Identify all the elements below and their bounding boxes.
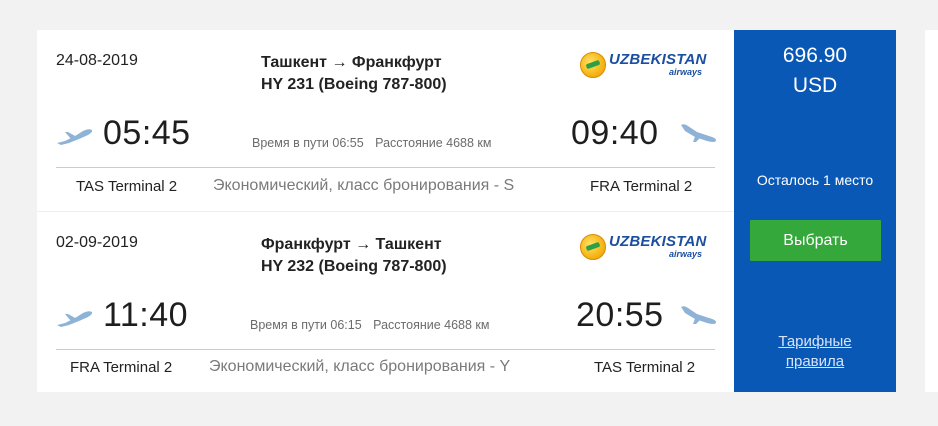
flight-duration: Время в пути 06:55 bbox=[252, 136, 364, 150]
price-amount: 696.90 bbox=[782, 44, 848, 67]
plane-landing-icon bbox=[679, 122, 719, 144]
itinerary-card: 24-08-2019 Ташкент → Франкфурт HY 231 (B… bbox=[37, 30, 734, 392]
segment-route: Франкфурт → Ташкент bbox=[261, 236, 442, 253]
departure-terminal: FRA Terminal 2 bbox=[70, 359, 173, 376]
plane-landing-icon bbox=[679, 304, 719, 326]
flight-segment-return: 02-09-2019 Франкфурт → Ташкент HY 232 (B… bbox=[37, 211, 734, 393]
arrival-terminal: TAS Terminal 2 bbox=[594, 359, 696, 376]
airline-emblem-icon bbox=[580, 234, 606, 260]
seats-left: Осталось 1 место bbox=[756, 172, 874, 188]
airline-logo: UZBEKISTAN airways bbox=[580, 50, 707, 80]
flight-distance: Расстояние 4688 км bbox=[375, 136, 492, 150]
flight-distance: Расстояние 4688 км bbox=[373, 318, 490, 332]
price-panel: 696.90 USD Осталось 1 место Выбрать Тари… bbox=[734, 30, 896, 392]
flight-meta: Время в пути 06:55 Расстояние 4688 км bbox=[252, 136, 500, 150]
select-button[interactable]: Выбрать bbox=[750, 220, 881, 261]
segment-date: 24-08-2019 bbox=[56, 52, 138, 69]
plane-takeoff-icon bbox=[55, 307, 95, 329]
airline-logo-name: UZBEKISTAN bbox=[609, 51, 707, 68]
cabin-class: Экономический, класс бронирования - Y bbox=[209, 358, 511, 375]
segment-flight-number: HY 232 (Boeing 787-800) bbox=[261, 258, 447, 275]
segment-date: 02-09-2019 bbox=[56, 234, 138, 251]
next-card-edge bbox=[925, 30, 938, 392]
segment-route: Ташкент → Франкфурт bbox=[261, 54, 442, 71]
airline-logo-sub: airways bbox=[668, 67, 702, 77]
airline-emblem-icon bbox=[580, 52, 606, 78]
arrival-terminal: FRA Terminal 2 bbox=[590, 178, 693, 195]
cabin-class: Экономический, класс бронирования - S bbox=[213, 177, 515, 194]
segment-divider bbox=[56, 349, 715, 350]
segment-route-info: Ташкент → Франкфурт HY 231 (Boeing 787-8… bbox=[261, 52, 447, 96]
flight-meta: Время в пути 06:15 Расстояние 4688 км bbox=[250, 318, 498, 332]
airline-logo-sub: airways bbox=[668, 249, 702, 259]
segment-divider bbox=[56, 167, 715, 168]
arrival-time: 20:55 bbox=[576, 296, 664, 334]
flight-duration: Время в пути 06:15 bbox=[250, 318, 362, 332]
segment-route-info: Франкфурт → Ташкент HY 232 (Boeing 787-8… bbox=[261, 234, 447, 278]
arrival-time: 09:40 bbox=[571, 114, 659, 152]
airline-logo: UZBEKISTAN airways bbox=[580, 232, 707, 262]
airline-logo-name: UZBEKISTAN bbox=[609, 233, 707, 250]
fare-rules-link[interactable]: Тарифные правила bbox=[754, 332, 876, 372]
plane-takeoff-icon bbox=[55, 125, 95, 147]
departure-terminal: TAS Terminal 2 bbox=[76, 178, 178, 195]
flight-segment-outbound: 24-08-2019 Ташкент → Франкфурт HY 231 (B… bbox=[37, 30, 734, 211]
price-currency: USD bbox=[792, 74, 838, 97]
departure-time: 05:45 bbox=[103, 114, 191, 152]
segment-flight-number: HY 231 (Boeing 787-800) bbox=[261, 76, 447, 93]
departure-time: 11:40 bbox=[103, 296, 189, 334]
